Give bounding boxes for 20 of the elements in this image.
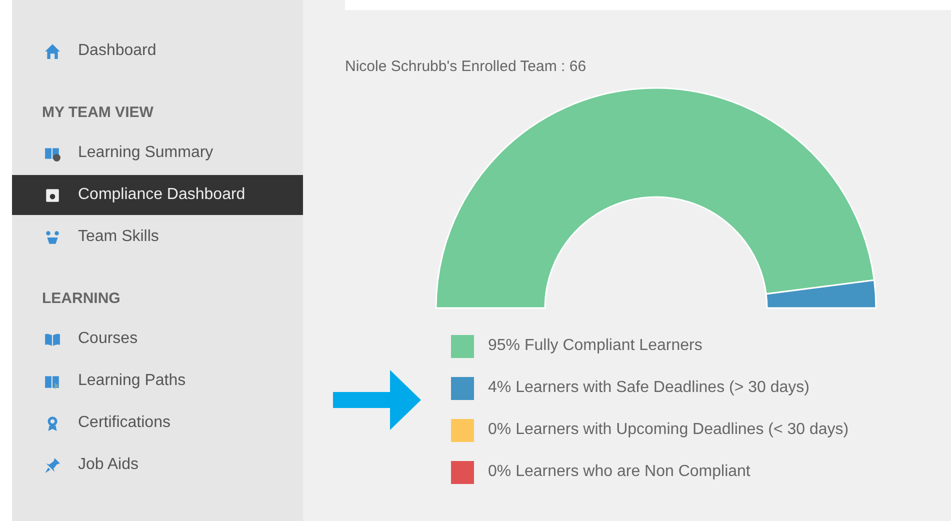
sidebar-item[interactable]: Certifications <box>12 403 303 443</box>
pin-icon <box>44 456 61 474</box>
legend-label: 95% Fully Compliant Learners <box>488 337 702 355</box>
sidebar-item[interactable]: Job Aids <box>12 445 303 485</box>
arrow-icon <box>333 370 421 430</box>
legend-label: 0% Learners who are Non Compliant <box>488 463 750 481</box>
sidebar-item[interactable]: Dashboard <box>12 31 303 71</box>
people-icon <box>44 228 61 246</box>
sidebar-item[interactable]: Courses <box>12 319 303 359</box>
sidebar-item[interactable]: Team Skills <box>12 217 303 257</box>
section-heading: LEARNING <box>41 288 122 308</box>
sidebar-item[interactable]: Learning Paths <box>12 361 303 401</box>
square-badge-icon <box>44 186 61 204</box>
sidebar-item[interactable]: Compliance Dashboard <box>12 175 303 215</box>
section-heading: MY TEAM VIEW <box>41 102 154 122</box>
chart-title: Nicole Schrubb's Enrolled Team : 66 <box>345 58 586 75</box>
legend-label: 4% Learners with Safe Deadlines (> 30 days) <box>488 379 810 397</box>
home-icon <box>44 42 61 60</box>
sidebar-item[interactable]: Learning Summary <box>12 133 303 173</box>
legend-label: 0% Learners with Upcoming Deadlines (< 30 days) <box>488 421 849 439</box>
